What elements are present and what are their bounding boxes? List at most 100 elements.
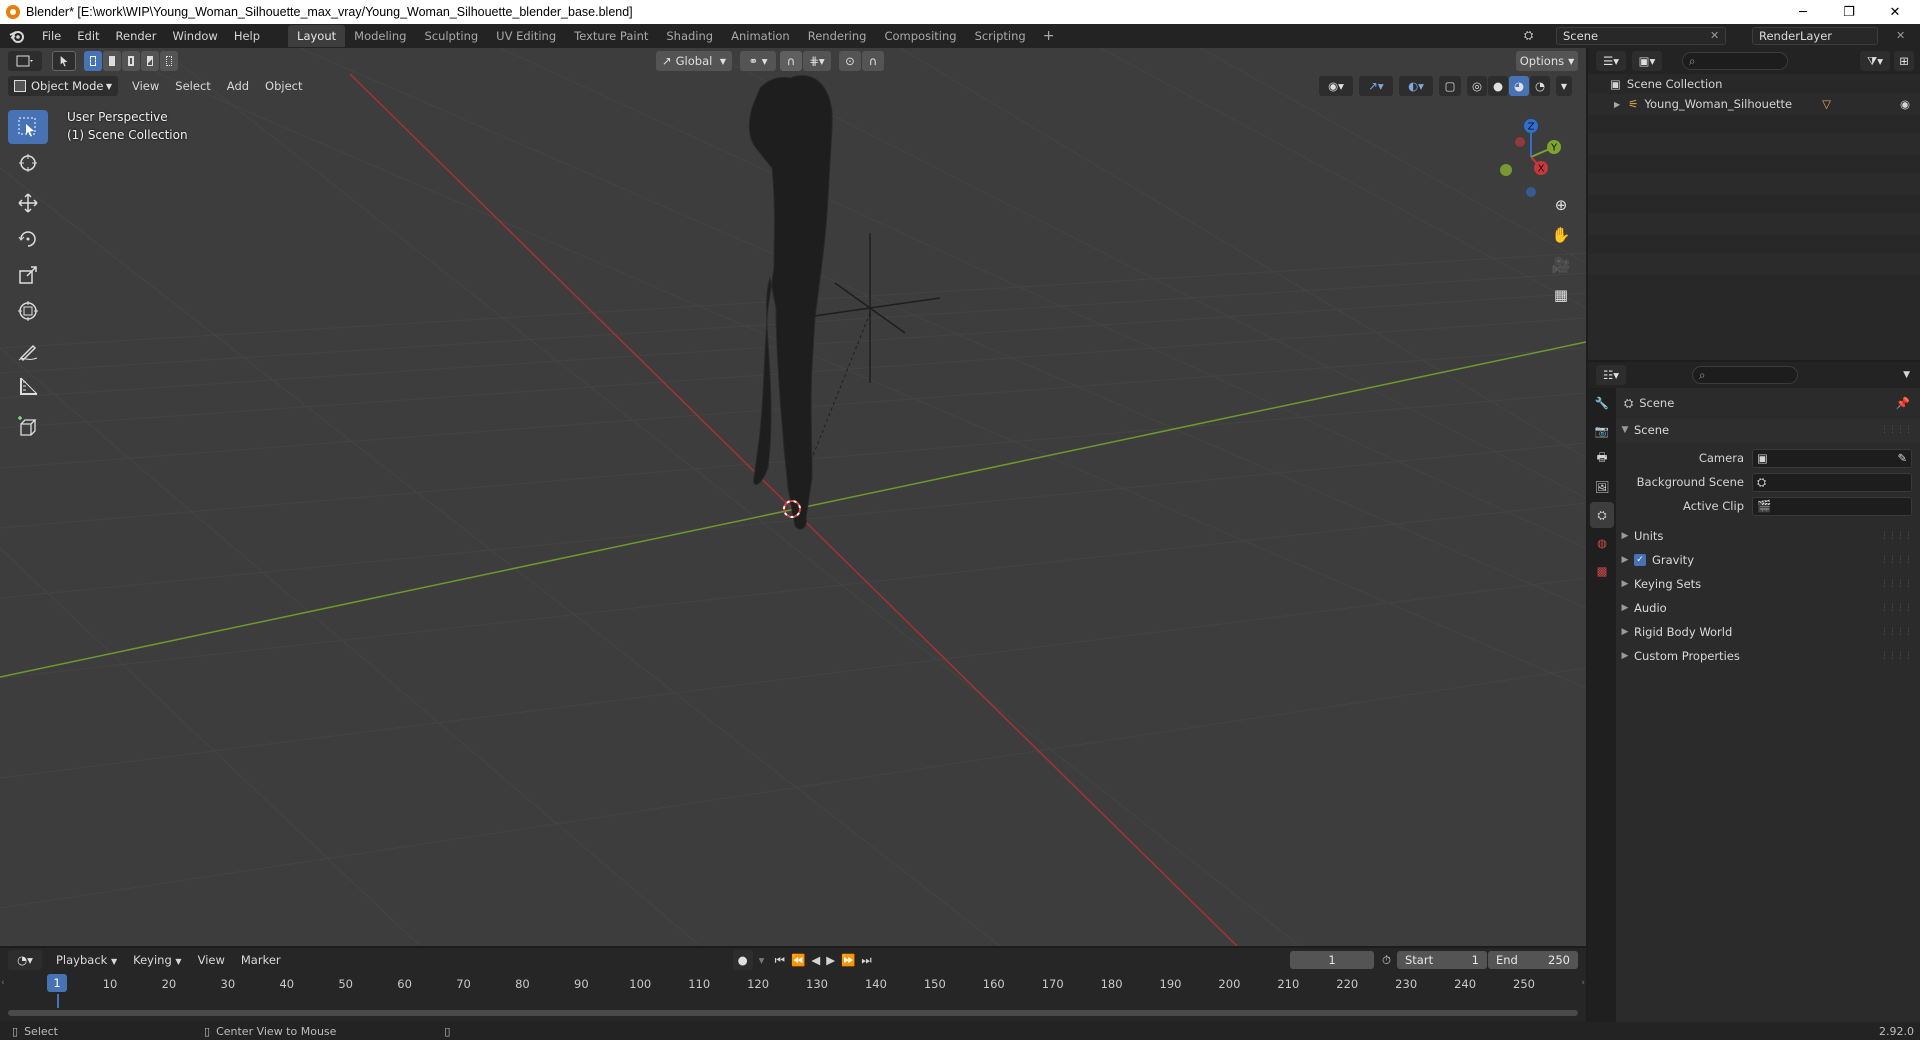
camera-field[interactable]: ▣ ✎ bbox=[1752, 448, 1912, 468]
wireframe-shading-button[interactable]: ◎ bbox=[1467, 76, 1487, 96]
keying-options-chevron-icon[interactable]: ▾ bbox=[759, 953, 769, 967]
navigation-gizmo[interactable]: Z Y X bbox=[1486, 112, 1576, 202]
zoom-button[interactable]: ⊕ bbox=[1546, 190, 1576, 220]
close-button[interactable]: ✕ bbox=[1872, 0, 1918, 24]
ruler-right-arrow-icon[interactable]: › bbox=[1581, 978, 1585, 988]
tab-tool[interactable]: 🔧 bbox=[1590, 390, 1614, 416]
timeline-menu-marker[interactable]: Marker bbox=[233, 953, 289, 967]
select-new-mode-button[interactable] bbox=[84, 51, 102, 71]
blender-menu-icon[interactable] bbox=[0, 29, 34, 43]
viewport-menu-view[interactable]: View bbox=[124, 79, 167, 93]
tab-compositing[interactable]: Compositing bbox=[875, 25, 965, 47]
select-box-tool[interactable] bbox=[8, 110, 48, 144]
panel-audio[interactable]: ▶ Audio ⋮⋮⋮⋮ bbox=[1616, 596, 1920, 620]
minimize-button[interactable]: ─ bbox=[1780, 0, 1826, 24]
select-invert-mode-button[interactable] bbox=[141, 51, 159, 71]
menu-window[interactable]: Window bbox=[164, 29, 225, 43]
viewport-menu-select[interactable]: Select bbox=[167, 79, 218, 93]
3d-viewport[interactable]: ↗ Global ▼ ⚭ ▾ ∩ ⋕▾ ⊙ ∩ Options ▼ Object… bbox=[0, 48, 1586, 946]
current-frame-marker[interactable]: 1 bbox=[47, 974, 67, 992]
proportional-edit-toggle[interactable]: ⊙ bbox=[839, 51, 861, 71]
gizmo-neg-x-handle[interactable] bbox=[1515, 137, 1525, 147]
filter-button[interactable]: ⧩▾ bbox=[1860, 51, 1890, 71]
options-dropdown[interactable]: Options ▼ bbox=[1516, 51, 1578, 71]
drag-grip-icon[interactable]: ⋮⋮⋮⋮ bbox=[1880, 425, 1913, 435]
transform-orientation-dropdown[interactable]: ↗ Global ▼ bbox=[656, 51, 732, 71]
close-view-layer-icon[interactable]: ✕ bbox=[1896, 29, 1905, 42]
timeline-menu-keying[interactable]: Keying ▼ bbox=[125, 953, 189, 967]
view-layer-selector[interactable]: RenderLayer bbox=[1752, 27, 1878, 45]
jump-keyframe-back-button[interactable]: ⏪ bbox=[791, 953, 805, 967]
tab-scripting[interactable]: Scripting bbox=[966, 25, 1035, 47]
drag-grip-icon[interactable]: ⋮⋮⋮⋮ bbox=[1880, 579, 1913, 589]
timeline-menu-view[interactable]: View bbox=[190, 953, 233, 967]
select-subtract-mode-button[interactable] bbox=[122, 51, 140, 71]
tab-shading[interactable]: Shading bbox=[657, 25, 722, 47]
visibility-eye-icon[interactable]: ◉ bbox=[1900, 97, 1910, 111]
scale-tool[interactable] bbox=[8, 258, 48, 292]
viewport-menu-object[interactable]: Object bbox=[257, 79, 310, 93]
overlay-toggle[interactable]: ◐▾ bbox=[1399, 76, 1433, 96]
tab-render[interactable]: 📷 bbox=[1590, 418, 1614, 444]
proportional-falloff-dropdown[interactable]: ∩ bbox=[862, 51, 884, 71]
jump-keyframe-forward-button[interactable]: ⏩ bbox=[841, 953, 855, 967]
add-workspace-button[interactable]: + bbox=[1035, 28, 1063, 44]
play-button[interactable]: ▶ bbox=[826, 953, 835, 967]
playhead-line[interactable] bbox=[57, 994, 59, 1008]
annotate-tool[interactable] bbox=[8, 334, 48, 368]
drag-grip-icon[interactable]: ⋮⋮⋮⋮ bbox=[1880, 651, 1913, 661]
camera-view-button[interactable]: 🎥 bbox=[1546, 250, 1576, 280]
end-frame-field[interactable]: End 250 bbox=[1488, 951, 1578, 969]
select-intersect-mode-button[interactable] bbox=[160, 51, 178, 71]
properties-options-chevron-icon[interactable]: ▼ bbox=[1903, 370, 1910, 380]
timeline-scrollbar[interactable] bbox=[8, 1010, 1578, 1016]
select-extend-mode-button[interactable] bbox=[103, 51, 121, 71]
eyedropper-icon[interactable]: ✎ bbox=[1897, 451, 1907, 465]
pan-button[interactable]: ✋ bbox=[1546, 220, 1576, 250]
timeline-editor-type-button[interactable]: ◔▾ bbox=[8, 950, 42, 970]
current-frame-field[interactable]: 1 bbox=[1290, 951, 1375, 969]
auto-keying-button[interactable]: ● bbox=[732, 950, 753, 970]
drag-grip-icon[interactable]: ⋮⋮⋮⋮ bbox=[1880, 627, 1913, 637]
gizmo-neg-y-handle[interactable] bbox=[1500, 164, 1512, 176]
panel-keying-sets[interactable]: ▶ Keying Sets ⋮⋮⋮⋮ bbox=[1616, 572, 1920, 596]
snap-toggle[interactable]: ∩ bbox=[780, 51, 802, 71]
solid-shading-button[interactable]: ● bbox=[1488, 76, 1508, 96]
start-frame-field[interactable]: Start 1 bbox=[1397, 951, 1487, 969]
menu-edit[interactable]: Edit bbox=[69, 29, 107, 43]
cursor-tool[interactable] bbox=[8, 146, 48, 180]
tab-sculpting[interactable]: Sculpting bbox=[415, 25, 487, 47]
restore-button[interactable]: ❐ bbox=[1826, 0, 1872, 24]
pin-icon[interactable]: 📌 bbox=[1896, 396, 1910, 410]
active-clip-field[interactable]: 🎬 bbox=[1752, 496, 1912, 516]
timeline-ruler[interactable]: ‹ › 1 10 20 30 40 50 60 70 80 90 100 110 120 130 140 15… bbox=[0, 972, 1586, 996]
jump-start-button[interactable]: ⏮ bbox=[775, 953, 785, 968]
gizmo-toggle[interactable]: ↗▾ bbox=[1359, 76, 1393, 96]
transform-tool[interactable] bbox=[8, 294, 48, 328]
panel-scene-header[interactable]: ▼ Scene ⋮⋮⋮⋮ bbox=[1616, 418, 1920, 442]
tab-animation[interactable]: Animation bbox=[722, 25, 799, 47]
mode-dropdown[interactable]: Object Mode ▼ bbox=[8, 76, 118, 96]
stopwatch-icon[interactable]: ⏱ bbox=[1382, 953, 1391, 968]
panel-rigid-body-world[interactable]: ▶ Rigid Body World ⋮⋮⋮⋮ bbox=[1616, 620, 1920, 644]
gravity-checkbox[interactable]: ✓ bbox=[1634, 554, 1646, 566]
tab-scene[interactable]: ⛭ bbox=[1590, 502, 1614, 528]
tab-rendering[interactable]: Rendering bbox=[799, 25, 876, 47]
properties-editor-type-button[interactable]: ☷▾ bbox=[1596, 365, 1626, 385]
expand-arrow-icon[interactable]: ▶ bbox=[1614, 100, 1620, 109]
menu-render[interactable]: Render bbox=[108, 29, 165, 43]
tab-texture-paint[interactable]: Texture Paint bbox=[565, 25, 657, 47]
drag-grip-icon[interactable]: ⋮⋮⋮⋮ bbox=[1880, 531, 1913, 541]
pivot-point-dropdown[interactable]: ⚭ ▾ bbox=[740, 51, 776, 71]
add-cube-tool[interactable] bbox=[8, 410, 48, 444]
viewport-menu-add[interactable]: Add bbox=[219, 79, 257, 93]
drag-grip-icon[interactable]: ⋮⋮⋮⋮ bbox=[1880, 555, 1913, 565]
outliner-editor-type-button[interactable]: ☰▾ bbox=[1596, 51, 1626, 71]
close-scene-icon[interactable]: ✕ bbox=[1710, 29, 1719, 42]
jump-end-button[interactable]: ⏭ bbox=[861, 953, 871, 968]
scene-selector[interactable]: Scene bbox=[1556, 27, 1726, 45]
ortho-toggle-button[interactable]: ▦ bbox=[1546, 280, 1576, 310]
outliner-search-field[interactable]: ⌕ bbox=[1682, 52, 1788, 70]
ruler-left-arrow-icon[interactable]: ‹ bbox=[1, 978, 5, 988]
select-tool-mode-button[interactable] bbox=[52, 51, 76, 71]
